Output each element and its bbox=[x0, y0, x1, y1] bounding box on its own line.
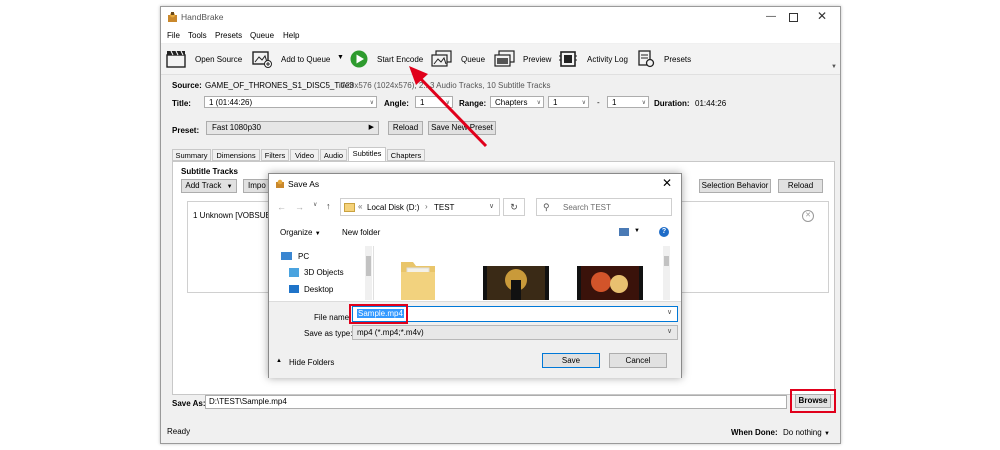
annotation-arrow-icon bbox=[409, 66, 488, 148]
